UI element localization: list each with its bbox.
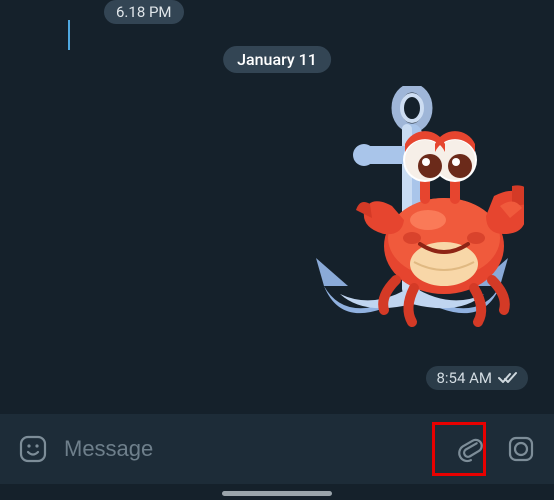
crab-anchor-sticker	[264, 86, 524, 366]
message-input-bar	[0, 414, 554, 484]
prev-message-time: 6.18 PM	[104, 0, 184, 24]
message-time-badge: 8:54 AM	[426, 366, 528, 390]
text-cursor	[68, 20, 70, 50]
chat-area: 6.18 PM January 11	[0, 0, 554, 414]
read-receipt-icon	[498, 371, 518, 385]
message-time-text: 8:54 AM	[436, 369, 492, 387]
camera-icon[interactable]	[496, 424, 546, 474]
date-divider: January 11	[223, 46, 331, 73]
home-indicator[interactable]	[222, 491, 332, 496]
sticker-message[interactable]	[264, 86, 524, 366]
paperclip-icon[interactable]	[446, 424, 496, 474]
sticker-icon[interactable]	[8, 424, 58, 474]
message-input[interactable]	[58, 436, 358, 462]
